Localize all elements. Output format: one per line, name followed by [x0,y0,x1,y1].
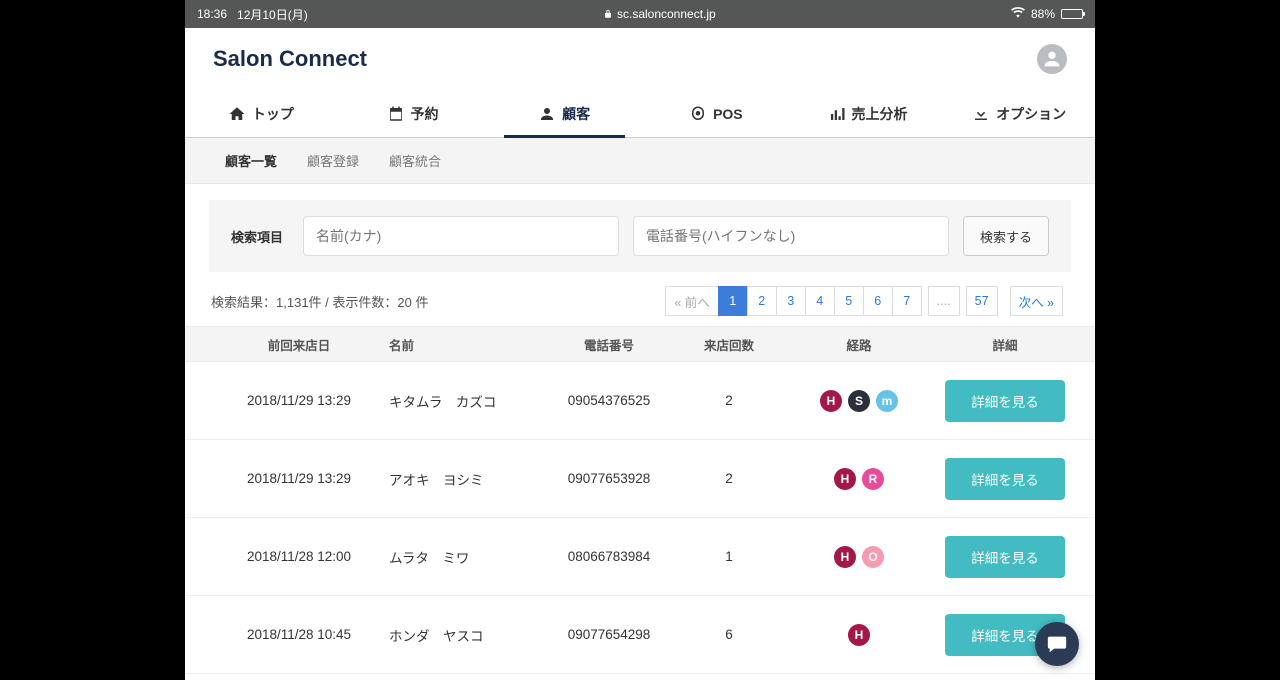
chart-icon [828,105,846,123]
app-header: Salon Connect [185,28,1095,90]
cell-count: 2 [679,471,779,486]
brand-title: Salon Connect [213,46,367,72]
tab-customer-label: 顧客 [562,104,590,124]
cell-route: HO [779,546,939,568]
home-icon [228,105,246,123]
tab-sales-label: 売上分析 [852,104,908,124]
pager-6[interactable]: 6 [863,286,893,316]
detail-button[interactable]: 詳細を見る [945,458,1065,500]
th-detail: 詳細 [939,335,1071,354]
status-time: 18:36 [197,7,227,21]
lock-icon [603,9,613,19]
route-icon-s: S [848,390,870,412]
subnav-register[interactable]: 顧客登録 [307,151,359,170]
route-icon-m: m [876,390,898,412]
table-body: 2018/11/29 13:29キタムラ カズコ090543765252HSm詳… [209,362,1071,674]
cell-name: ムラタ ミワ [389,547,539,567]
chat-fab[interactable] [1035,622,1079,666]
detail-button[interactable]: 詳細を見る [945,380,1065,422]
cell-phone: 09077654298 [539,627,679,642]
search-phone-input[interactable] [633,216,949,256]
pager-4[interactable]: 4 [805,286,835,316]
user-icon [538,105,556,123]
pager-3[interactable]: 3 [776,286,806,316]
sub-nav: 顧客一覧 顧客登録 顧客統合 [185,138,1095,184]
download-icon [972,105,990,123]
cell-date: 2018/11/29 13:29 [209,471,389,486]
table-header: 前回来店日 名前 電話番号 来店回数 経路 詳細 [185,326,1095,362]
route-icon-h: H [848,624,870,646]
chat-icon [1046,633,1068,655]
cell-route: H [779,624,939,646]
th-route: 経路 [779,335,939,354]
tab-reserve-label: 予約 [411,104,439,124]
cell-phone: 09077653928 [539,471,679,486]
pager-1[interactable]: 1 [718,286,748,316]
tab-option[interactable]: オプション [943,90,1095,137]
pager-last[interactable]: 57 [966,286,998,316]
avatar[interactable] [1037,44,1067,74]
pager: « 前へ 1 2 3 4 5 6 7 .... 57 次へ » [666,286,1069,316]
table-row: 2018/11/29 13:29アオキ ヨシミ090776539282HR詳細を… [185,440,1095,518]
result-per: 20 件 [397,295,428,310]
pager-2[interactable]: 2 [747,286,777,316]
cell-name: キタムラ カズコ [389,391,539,411]
cell-route: HR [779,468,939,490]
pos-icon [689,105,707,123]
pager-7[interactable]: 7 [892,286,922,316]
subnav-list[interactable]: 顧客一覧 [225,151,277,170]
table-row: 2018/11/28 12:00ムラタ ミワ080667839841HO詳細を見… [185,518,1095,596]
pager-prev[interactable]: « 前へ [665,286,718,316]
cell-phone: 08066783984 [539,549,679,564]
detail-button[interactable]: 詳細を見る [945,536,1065,578]
ipad-statusbar: 18:36 12月10日(月) sc.salonconnect.jp 88% [185,0,1095,28]
cell-date: 2018/11/28 12:00 [209,549,389,564]
pager-next[interactable]: 次へ » [1010,286,1063,316]
tab-pos-label: POS [713,106,743,122]
cell-name: ホンダ ヤスコ [389,625,539,645]
cell-route: HSm [779,390,939,412]
tab-sales[interactable]: 売上分析 [792,90,944,137]
cell-date: 2018/11/29 13:29 [209,393,389,408]
tab-reserve[interactable]: 予約 [337,90,489,137]
status-domain: sc.salonconnect.jp [617,7,716,21]
route-icon-h: H [834,468,856,490]
table-row: 2018/11/28 10:45ホンダ ヤスコ090776542986H詳細を見… [185,596,1095,674]
pager-5[interactable]: 5 [834,286,864,316]
result-summary: 検索結果：1,131件 / 表示件数：20 件 [211,292,429,311]
cell-count: 1 [679,549,779,564]
cell-count: 6 [679,627,779,642]
tab-top[interactable]: トップ [185,90,337,137]
search-panel: 検索項目 検索する [209,200,1071,272]
pager-dots: .... [928,286,960,316]
status-date: 12月10日(月) [237,6,308,23]
th-date: 前回来店日 [209,335,389,354]
cell-phone: 09054376525 [539,393,679,408]
tab-option-label: オプション [996,104,1066,124]
main-nav: トップ 予約 顧客 POS 売上分析 オプション [185,90,1095,138]
cell-name: アオキ ヨシミ [389,469,539,489]
cell-date: 2018/11/28 10:45 [209,627,389,642]
route-icon-h: H [834,546,856,568]
battery-percent: 88% [1031,7,1055,21]
th-name: 名前 [389,335,539,354]
cell-count: 2 [679,393,779,408]
calendar-icon [387,105,405,123]
result-total: 1,131件 [276,295,322,310]
th-phone: 電話番号 [539,335,679,354]
tab-pos[interactable]: POS [640,90,792,137]
subnav-merge[interactable]: 顧客統合 [389,151,441,170]
battery-icon [1061,9,1083,19]
search-button[interactable]: 検索する [963,216,1049,256]
th-count: 来店回数 [679,335,779,354]
table-row: 2018/11/29 13:29キタムラ カズコ090543765252HSm詳… [185,362,1095,440]
route-icon-r: R [862,468,884,490]
search-name-input[interactable] [303,216,619,256]
route-icon-o: O [862,546,884,568]
tab-customer[interactable]: 顧客 [488,90,640,137]
wifi-icon [1011,7,1025,21]
tab-top-label: トップ [252,104,294,124]
route-icon-h: H [820,390,842,412]
search-label: 検索項目 [231,227,283,246]
